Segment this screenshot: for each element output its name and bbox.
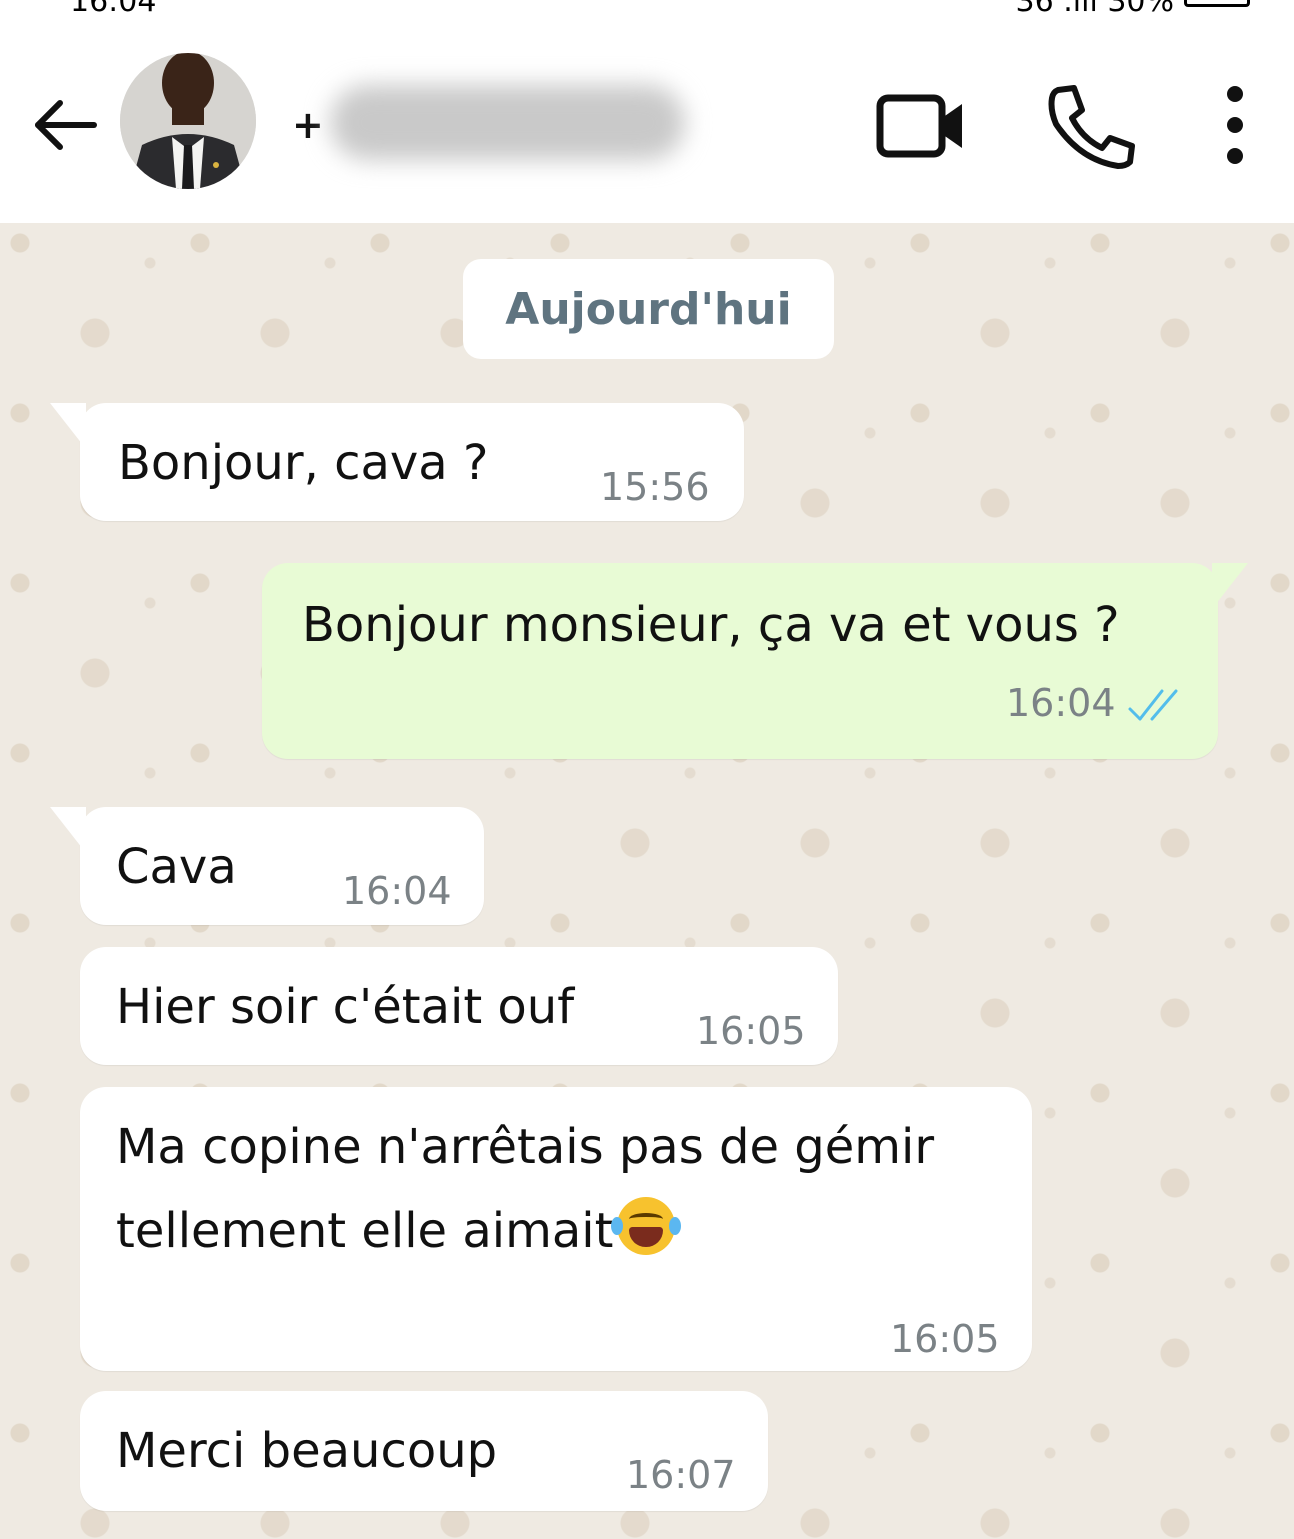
message-text-continued: tellement elle aimait	[116, 1203, 614, 1259]
more-vertical-icon	[1227, 86, 1243, 164]
more-options-button[interactable]	[1195, 80, 1275, 170]
arrow-left-icon	[35, 100, 97, 150]
message-text: Cava	[116, 839, 237, 895]
message-list[interactable]: Aujourd'hui Bonjour, cava ? 15:56 Bonjou…	[0, 223, 1294, 1539]
message-time: 16:04	[342, 869, 452, 913]
message-time: 15:56	[600, 465, 710, 509]
message-bubble-incoming[interactable]: Ma copine n'arrêtais pas de gémir tellem…	[80, 1087, 1032, 1371]
message-bubble-incoming[interactable]: Cava 16:04	[50, 807, 484, 925]
status-time: 16:04	[70, 0, 157, 19]
message-time: 16:05	[696, 1009, 806, 1053]
redacted-phone-number	[330, 85, 685, 160]
avatar[interactable]	[120, 53, 256, 189]
read-receipt-icon	[1128, 689, 1178, 721]
message-time: 16:05	[890, 1317, 1000, 1361]
message-text: Ma copine n'arrêtais pas de gémir	[116, 1119, 935, 1175]
face-with-tears-of-joy-icon	[611, 1197, 682, 1255]
status-bar: 16:04 36 .ıll 30%	[0, 0, 1294, 30]
date-separator: Aujourd'hui	[463, 259, 834, 359]
contact-photo	[120, 53, 256, 189]
message-bubble-outgoing[interactable]: Bonjour monsieur, ça va et vous ? 16:04	[262, 563, 1248, 759]
message-text: Bonjour monsieur, ça va et vous ?	[302, 597, 1120, 653]
message-time: 16:04	[1006, 681, 1116, 725]
message-bubble-incoming[interactable]: Hier soir c'était ouf 16:05	[80, 947, 838, 1065]
status-indicators: 36 .ıll 30%	[1015, 0, 1174, 19]
battery-icon	[1184, 0, 1250, 7]
message-bubble-incoming[interactable]: Bonjour, cava ? 15:56	[50, 403, 744, 521]
voice-call-button[interactable]	[1040, 80, 1140, 170]
message-text: Merci beaucoup	[116, 1423, 498, 1479]
contact-prefix: +	[292, 103, 324, 147]
contact-name[interactable]: +	[292, 90, 324, 160]
message-time: 16:07	[626, 1453, 736, 1497]
back-button[interactable]	[30, 90, 100, 160]
chat-header: +	[0, 30, 1294, 223]
message-text: Bonjour, cava ?	[118, 435, 489, 491]
phone-icon	[1048, 85, 1135, 169]
video-call-icon	[876, 94, 962, 158]
message-text: Hier soir c'était ouf	[116, 979, 575, 1035]
video-call-button[interactable]	[872, 80, 972, 170]
message-text-line2: tellement elle aimait	[116, 1189, 682, 1273]
message-bubble-incoming[interactable]: Merci beaucoup 16:07	[80, 1391, 768, 1511]
